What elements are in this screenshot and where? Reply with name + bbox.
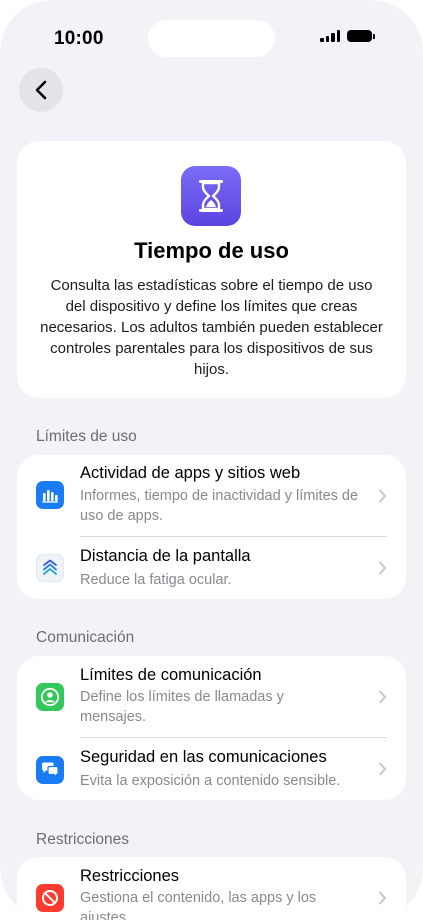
hourglass-icon <box>181 166 241 226</box>
cellular-signal-icon <box>320 30 340 42</box>
restrictions-group: Restricciones Gestiona el contenido, las… <box>17 857 406 920</box>
usage-limits-group: Actividad de apps y sitios web Informes,… <box>17 455 406 599</box>
screen-time-hero-card: Tiempo de uso Consulta las estadísticas … <box>17 141 406 398</box>
battery-icon <box>347 30 375 42</box>
chevrons-up-icon <box>36 554 64 582</box>
row-restrictions[interactable]: Restricciones Gestiona el contenido, las… <box>17 857 406 920</box>
communication-group: Límites de comunicación Define los límit… <box>17 656 406 800</box>
section-label-restrictions: Restricciones <box>36 831 130 848</box>
person-circle-icon <box>36 683 64 711</box>
back-button[interactable] <box>19 68 63 112</box>
chevron-left-icon <box>35 80 47 100</box>
row-app-website-activity[interactable]: Actividad de apps y sitios web Informes,… <box>17 455 406 537</box>
row-subtitle: Evita la exposición a contenido sensible… <box>80 773 341 789</box>
chevron-right-icon <box>379 489 386 503</box>
row-title: Límites de comunicación <box>80 666 262 684</box>
row-title: Seguridad en las comunicaciones <box>80 748 327 766</box>
dynamic-island <box>148 20 275 57</box>
row-subtitle: Reduce la fatiga ocular. <box>80 572 232 588</box>
chat-bubbles-icon <box>36 756 64 784</box>
row-title: Distancia de la pantalla <box>80 547 251 565</box>
chevron-right-icon <box>379 561 386 575</box>
section-label-usage-limits: Límites de uso <box>36 428 137 445</box>
row-communication-limits[interactable]: Límites de comunicación Define los límit… <box>17 656 406 738</box>
row-title: Actividad de apps y sitios web <box>80 464 301 482</box>
chevron-right-icon <box>379 891 386 905</box>
section-label-communication: Comunicación <box>36 629 135 646</box>
row-subtitle: Gestiona el contenido, las apps y los aj… <box>80 890 317 920</box>
row-title: Restricciones <box>80 867 180 885</box>
hero-title: Tiempo de uso <box>134 238 289 263</box>
chevron-right-icon <box>379 690 386 704</box>
chevron-right-icon <box>379 762 386 776</box>
hero-description: Consulta las estadísticas sobre el tiemp… <box>40 277 383 378</box>
row-screen-distance[interactable]: Distancia de la pantalla Reduce la fatig… <box>17 537 406 599</box>
status-time: 10:00 <box>54 28 104 49</box>
row-subtitle: Define los límites de llamadas y mensaje… <box>80 689 284 725</box>
bar-chart-icon <box>36 481 64 509</box>
status-icons <box>320 30 375 42</box>
prohibited-icon <box>36 884 64 912</box>
row-subtitle: Informes, tiempo de inactividad y límite… <box>80 488 359 524</box>
row-communication-safety[interactable]: Seguridad en las comunicaciones Evita la… <box>17 738 406 800</box>
screen-time-screen: 10:00 Tiempo de uso Consulta las estadís… <box>0 0 423 920</box>
